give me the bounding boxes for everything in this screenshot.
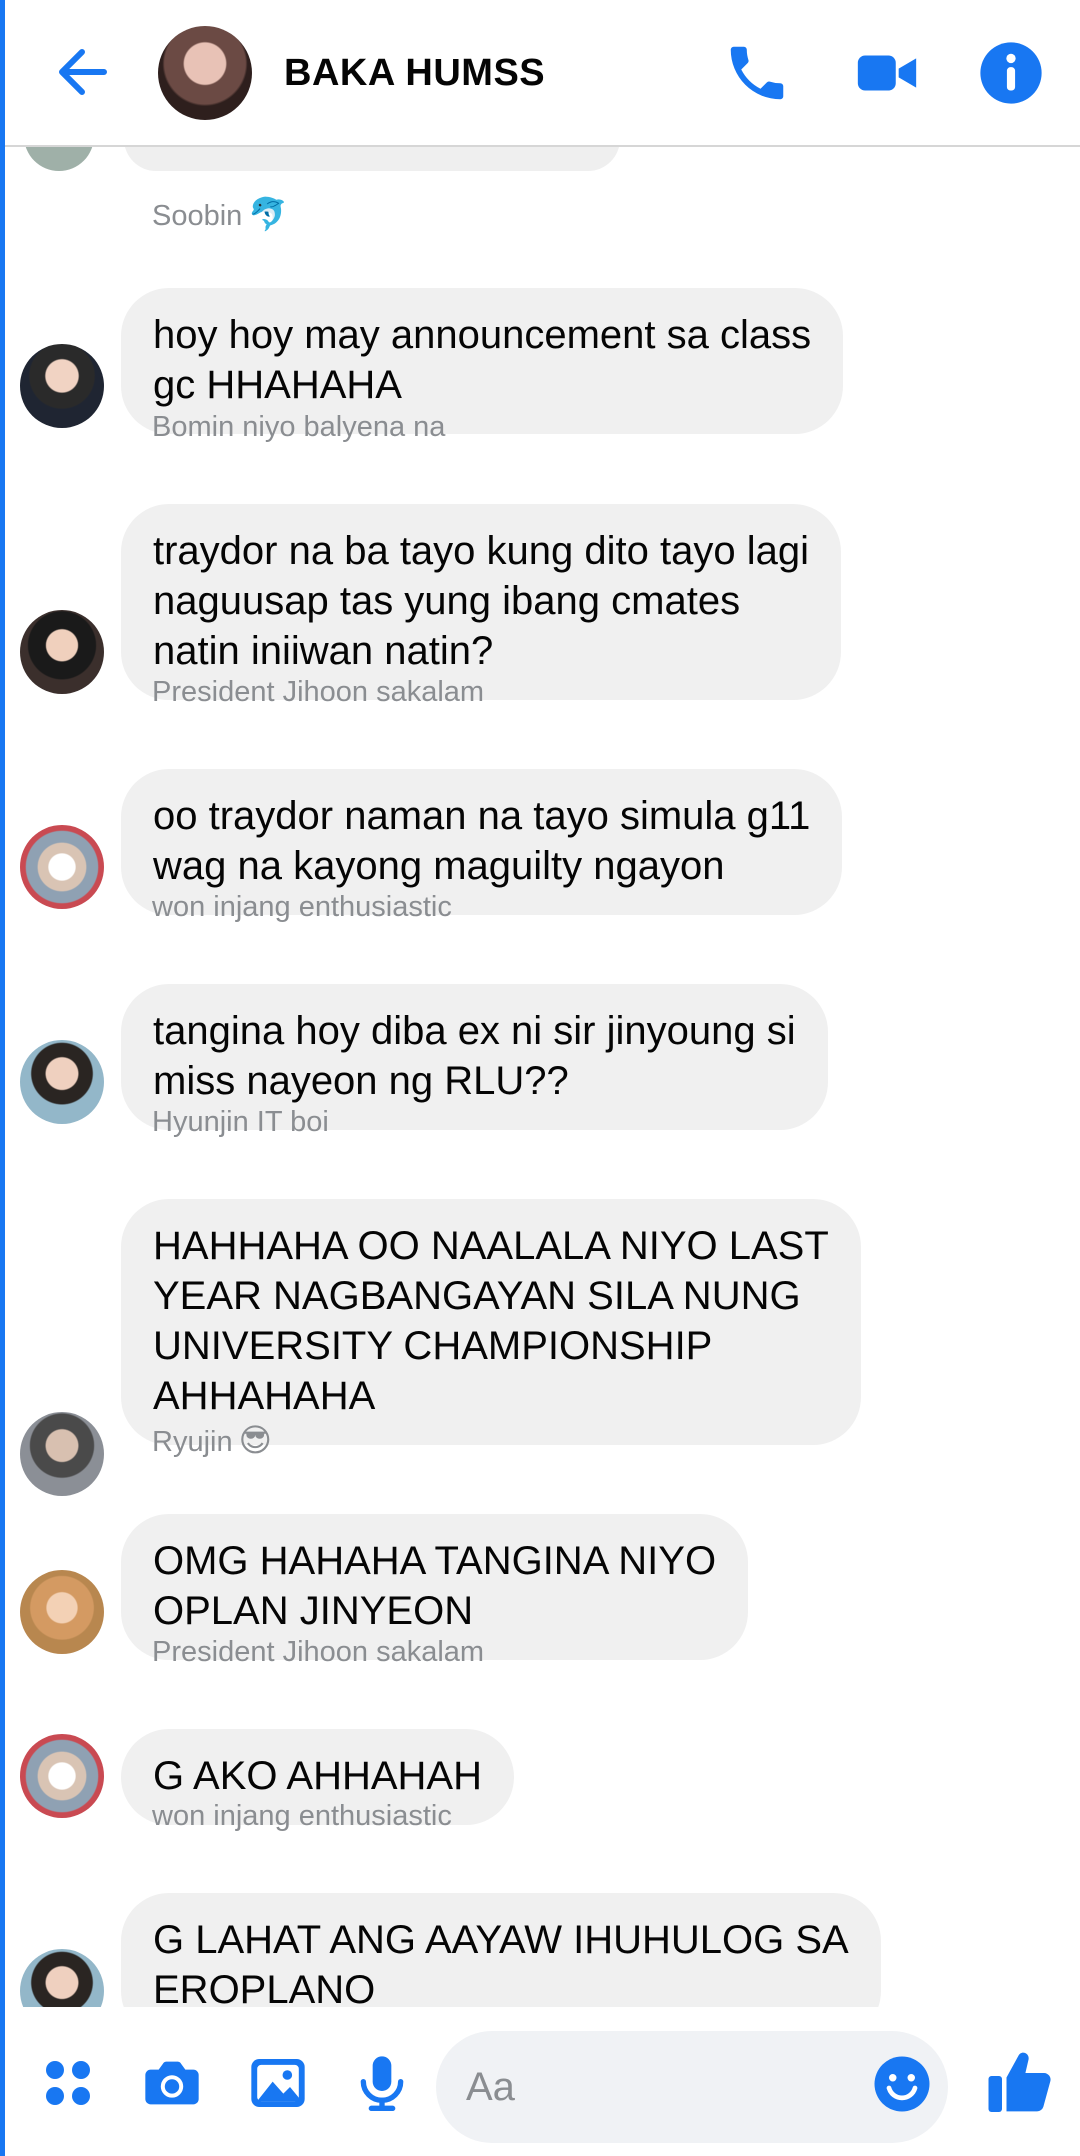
back-button[interactable] — [52, 40, 116, 104]
sender-name: Hyunjin IT boi — [152, 1106, 329, 1138]
sender-avatar[interactable] — [20, 344, 104, 428]
sender-avatar[interactable] — [20, 1412, 104, 1496]
sender-name: Soobin 🐬 — [152, 196, 289, 232]
voice-button[interactable] — [350, 2051, 414, 2115]
gallery-button[interactable] — [246, 2051, 310, 2115]
info-button[interactable] — [976, 38, 1046, 108]
sender-avatar[interactable] — [20, 1040, 104, 1124]
message-input[interactable] — [466, 2059, 866, 2115]
sender-name: won injang enthusiastic — [152, 1800, 452, 1832]
previous-avatar — [24, 147, 94, 171]
microphone-icon — [360, 2056, 404, 2111]
call-button[interactable] — [722, 38, 792, 108]
info-icon — [980, 42, 1042, 104]
emoji-icon — [874, 2056, 930, 2112]
video-call-button[interactable] — [852, 38, 922, 108]
arrow-left-icon — [59, 49, 107, 95]
sender-avatar[interactable] — [20, 1570, 104, 1654]
sender-avatar[interactable] — [20, 610, 104, 694]
sender-avatar[interactable] — [20, 1734, 104, 1818]
video-camera-icon — [857, 55, 917, 91]
sender-avatar[interactable] — [20, 1949, 104, 2007]
sender-name: President Jihoon sakalam — [152, 1636, 485, 1668]
image-icon — [251, 2059, 305, 2107]
message-bubble[interactable]: G LAHAT ANG AAYAW IHUHULOG SA EROPLANO — [121, 1893, 881, 2007]
chat-header: BAKA HUMSS — [0, 0, 1080, 147]
message-bubble[interactable]: HAHHAHA OO NAALALA NIYO LAST YEAR NAGBANG… — [121, 1199, 861, 1445]
emoji-button[interactable] — [872, 2054, 932, 2114]
like-button[interactable] — [984, 2046, 1056, 2118]
camera-button[interactable] — [140, 2051, 204, 2115]
dolphin-emoji: 🐬 — [248, 196, 289, 232]
group-avatar[interactable] — [158, 26, 252, 120]
thumbs-up-icon — [988, 2052, 1051, 2112]
screen-edge — [0, 0, 5, 2156]
chat-title[interactable]: BAKA HUMSS — [284, 52, 545, 95]
message-list[interactable]: Soobin 🐬 hoy hoy may announcement sa clas… — [0, 147, 1080, 2007]
previous-message-bubble — [124, 147, 620, 171]
sender-name: President Jihoon sakalam — [152, 676, 485, 708]
sender-name: Ryujin 😎 — [152, 1422, 272, 1458]
apps-button[interactable] — [36, 2051, 100, 2115]
sender-name: Bomin niyo balyena na — [152, 411, 446, 443]
sender-avatar[interactable] — [20, 825, 104, 909]
apps-icon — [46, 2061, 90, 2105]
sunglasses-emoji: 😎 — [238, 1422, 272, 1458]
message-bubble[interactable]: traydor na ba tayo kung dito tayo lagi na… — [121, 504, 841, 700]
camera-icon — [145, 2061, 199, 2105]
sender-name: won injang enthusiastic — [152, 891, 452, 923]
phone-icon — [730, 46, 784, 100]
